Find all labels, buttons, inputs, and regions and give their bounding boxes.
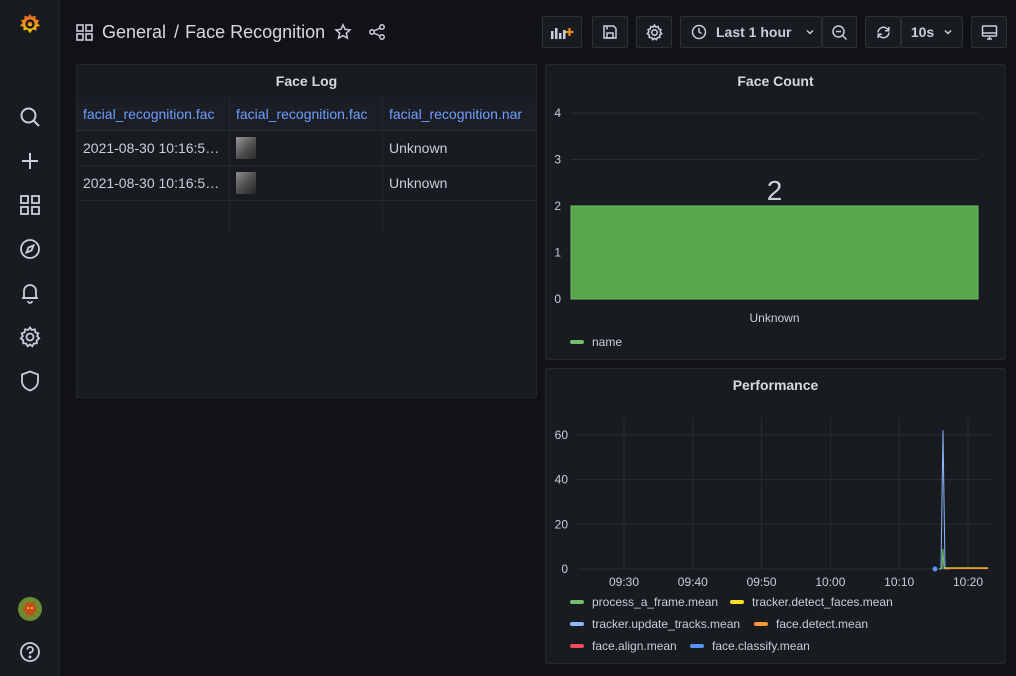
x-tick-label: 10:10	[884, 575, 914, 589]
user-avatar[interactable]	[18, 597, 42, 621]
time-range-label: Last 1 hour	[716, 24, 792, 40]
cycle-view-mode-button[interactable]	[971, 16, 1007, 48]
legend-label: face.detect.mean	[776, 617, 869, 631]
y-tick-label: 1	[554, 246, 561, 260]
y-tick-label: 40	[555, 473, 569, 487]
timestamp-cell: 2021-08-30 10:16:5…	[83, 175, 220, 191]
dashboard-navbar: General / Face Recognition Last 1 hour 1…	[60, 0, 1016, 64]
legend-label: face.classify.mean	[712, 639, 810, 653]
breadcrumb-folder[interactable]: General	[102, 22, 166, 43]
explore-icon[interactable]	[18, 237, 42, 261]
legend-swatch	[730, 600, 744, 604]
name-cell: Unknown	[389, 140, 448, 156]
time-range-picker[interactable]: Last 1 hour	[680, 16, 822, 48]
chevron-down-icon	[805, 27, 815, 37]
legend-swatch	[570, 340, 584, 344]
save-icon	[602, 24, 618, 40]
legend-swatch	[570, 600, 584, 604]
legend-swatch	[570, 622, 584, 626]
legend-label: tracker.detect_faces.mean	[752, 595, 893, 609]
y-tick-label: 4	[554, 106, 561, 120]
bar-value-label: 2	[767, 175, 783, 206]
refresh-interval-label: 10s	[910, 24, 935, 40]
table-row[interactable]: 2021-08-30 10:16:5… Unknown	[77, 166, 536, 201]
y-tick-label: 60	[555, 428, 569, 442]
sidebar	[0, 0, 60, 676]
face-count-panel: Face Count 0 1 2 3 4 2 Unknown name	[545, 64, 1006, 360]
x-tick-label: Unknown	[749, 311, 799, 325]
name-cell: Unknown	[389, 175, 448, 191]
dashboards-icon	[76, 23, 93, 41]
legend-item[interactable]: process_a_frame.mean	[570, 595, 718, 609]
y-tick-label: 3	[554, 153, 561, 167]
monitor-icon	[981, 24, 998, 41]
face-thumbnail	[236, 137, 256, 159]
x-tick-label: 09:40	[678, 575, 708, 589]
breadcrumb-separator: /	[174, 21, 180, 42]
face-count-chart[interactable]: 0 1 2 3 4 2 Unknown	[546, 65, 1007, 361]
column-header[interactable]: facial_recognition.fac	[77, 97, 229, 131]
performance-panel: Performance 0 20 40 60 09:30 09:40 09:50 10:00 1…	[545, 368, 1006, 664]
chevron-down-icon	[943, 27, 953, 37]
share-icon[interactable]	[368, 23, 386, 41]
face-log-panel: Face Log facial_recognition.fac facial_r…	[76, 64, 537, 398]
y-tick-label: 20	[555, 517, 569, 531]
save-dashboard-button[interactable]	[592, 16, 628, 48]
legend-label: process_a_frame.mean	[592, 595, 719, 609]
refresh-interval-picker[interactable]: 10s	[901, 16, 963, 48]
x-tick-label: 10:00	[815, 575, 845, 589]
legend-swatch	[570, 644, 584, 648]
alerting-icon[interactable]	[18, 281, 42, 305]
legend-label: name	[592, 335, 623, 349]
server-admin-icon[interactable]	[18, 369, 42, 393]
panel-title[interactable]: Face Log	[77, 73, 536, 89]
dashboard-title[interactable]: Face Recognition	[185, 22, 325, 43]
timestamp-cell: 2021-08-30 10:16:5…	[83, 140, 220, 156]
legend-item[interactable]: tracker.update_tracks.mean	[570, 617, 740, 631]
x-tick-label: 10:20	[953, 575, 983, 589]
add-panel-button[interactable]	[542, 16, 582, 48]
data-point	[932, 566, 938, 572]
star-icon[interactable]	[334, 23, 352, 41]
table-row[interactable]: 2021-08-30 10:16:5… Unknown	[77, 131, 536, 166]
legend-item[interactable]: name	[570, 335, 622, 349]
x-tick-label: 09:30	[609, 575, 639, 589]
legend-label: tracker.update_tracks.mean	[592, 617, 741, 631]
refresh-button[interactable]	[865, 16, 901, 48]
refresh-icon	[875, 24, 892, 41]
y-tick-label: 0	[561, 562, 568, 576]
column-header[interactable]: facial_recognition.fac	[230, 97, 382, 131]
y-tick-label: 2	[554, 199, 561, 213]
legend-item[interactable]: face.classify.mean	[690, 639, 810, 653]
legend-item[interactable]: face.detect.mean	[754, 617, 868, 631]
series-line	[938, 430, 950, 570]
help-icon[interactable]	[18, 640, 42, 664]
column-header[interactable]: facial_recognition.nar	[383, 97, 535, 131]
zoom-out-button[interactable]	[822, 16, 857, 48]
clock-icon	[691, 24, 707, 40]
dashboard-settings-button[interactable]	[636, 16, 672, 48]
legend-swatch	[690, 644, 704, 648]
y-tick-label: 0	[554, 292, 561, 306]
legend-swatch	[754, 622, 768, 626]
plus-icon[interactable]	[18, 149, 42, 173]
face-thumbnail	[236, 172, 256, 194]
zoom-out-icon	[831, 24, 848, 41]
table-header: facial_recognition.fac facial_recognitio…	[77, 97, 536, 131]
legend-item[interactable]: tracker.detect_faces.mean	[730, 595, 893, 609]
bar	[570, 205, 979, 300]
x-tick-label: 09:50	[747, 575, 777, 589]
legend-label: face.align.mean	[592, 639, 677, 653]
dashboards-icon[interactable]	[18, 193, 42, 217]
add-panel-icon	[549, 24, 575, 40]
legend-item[interactable]: face.align.mean	[570, 639, 677, 653]
breadcrumb: General / Face Recognition	[76, 20, 386, 44]
grafana-logo-icon[interactable]	[18, 12, 42, 36]
search-icon[interactable]	[18, 105, 42, 129]
gear-icon	[645, 23, 663, 41]
configuration-icon[interactable]	[18, 325, 42, 349]
